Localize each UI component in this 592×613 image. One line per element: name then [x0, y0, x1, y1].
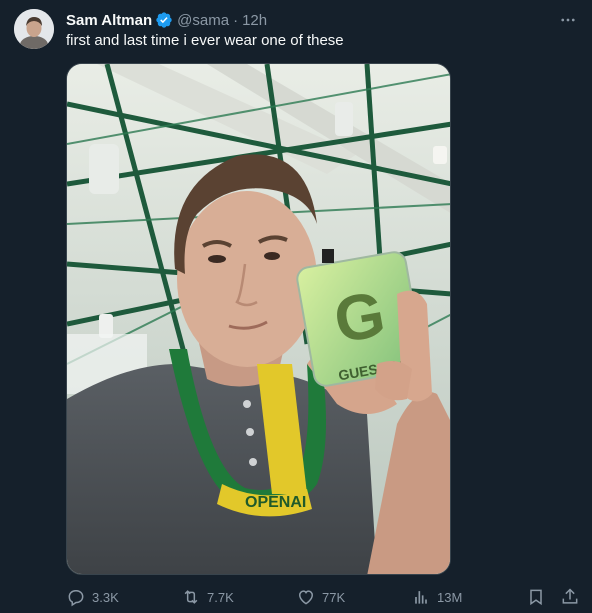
tweet-photo[interactable]: OPENAI G GUEST 04: [66, 63, 451, 575]
share-icon: [562, 588, 578, 604]
more-icon[interactable]: [558, 10, 578, 30]
views-icon: [415, 591, 427, 604]
author-name[interactable]: Sam Altman: [66, 12, 152, 29]
share-button[interactable]: [560, 586, 580, 608]
action-bar: 3.3K 7.7K 77K 13M: [66, 586, 582, 608]
tweet-header: Sam Altman @sama · 12h: [66, 10, 267, 30]
reply-button[interactable]: 3.3K: [66, 586, 119, 608]
author-handle[interactable]: @sama: [177, 12, 229, 29]
avatar-image: [14, 9, 54, 49]
like-icon: [298, 590, 314, 605]
repost-icon: [184, 590, 198, 604]
verified-icon[interactable]: [155, 11, 173, 29]
like-button[interactable]: 77K: [296, 586, 345, 608]
separator-dot: ·: [233, 11, 239, 29]
avatar[interactable]: [14, 9, 54, 49]
bookmark-icon: [530, 589, 542, 606]
photo-illustration: OPENAI G GUEST 04: [67, 64, 450, 574]
bookmark-button[interactable]: [526, 586, 546, 608]
views-button[interactable]: 13M: [411, 586, 462, 608]
repost-count: 7.7K: [207, 589, 234, 605]
reply-icon: [68, 590, 84, 607]
tweet: Sam Altman @sama · 12h first and last ti…: [0, 0, 592, 613]
repost-button[interactable]: 7.7K: [181, 586, 234, 608]
tweet-text: first and last time i ever wear one of t…: [66, 32, 344, 49]
views-count: 13M: [437, 589, 463, 605]
timestamp[interactable]: 12h: [242, 12, 267, 29]
lanyard-text: OPENAI: [245, 494, 306, 511]
like-count: 77K: [322, 589, 346, 605]
reply-count: 3.3K: [92, 589, 119, 605]
